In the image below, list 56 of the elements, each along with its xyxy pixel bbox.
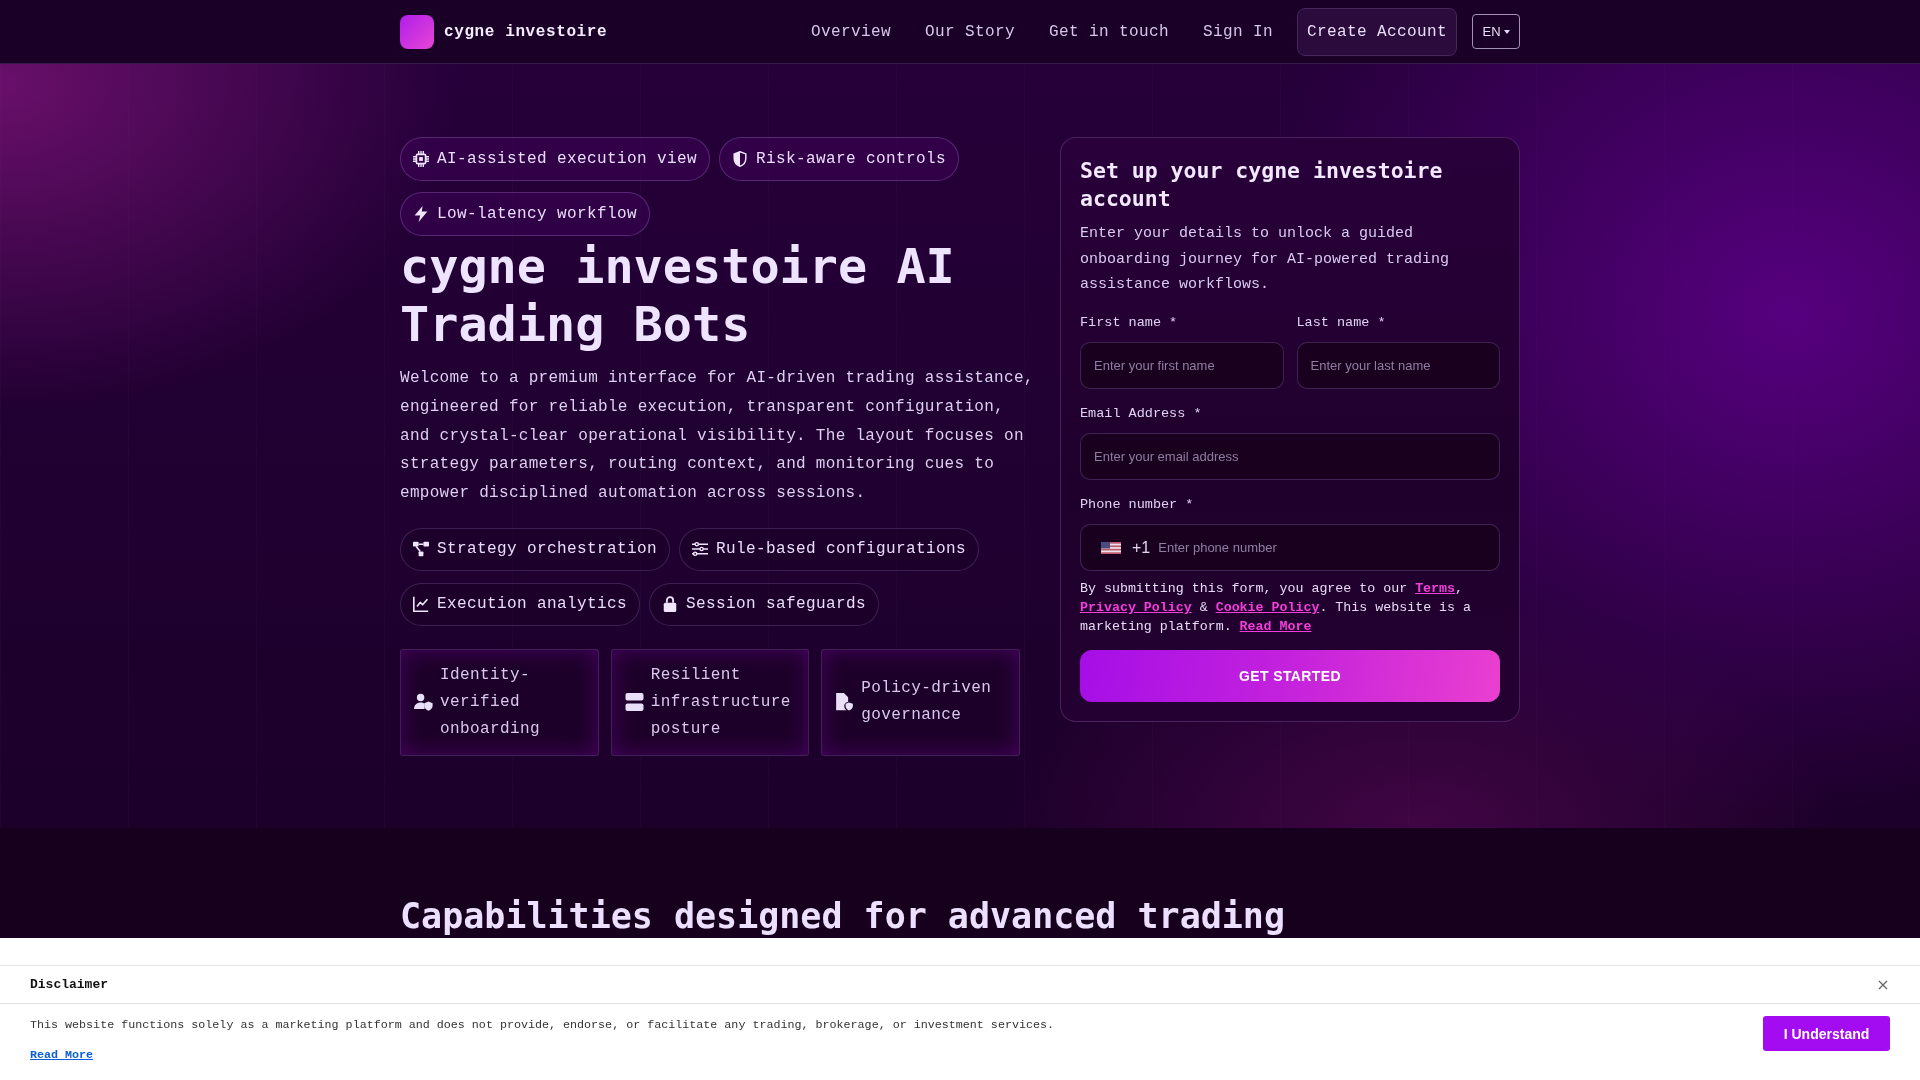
user-shield-icon (414, 693, 433, 712)
read-more-link[interactable]: Read More (30, 1047, 94, 1063)
text-link[interactable]: Privacy Policy (1080, 600, 1192, 616)
brand-name[interactable]: cygne investoire (444, 22, 608, 41)
section-heading: Capabilities designed for advanced trading (400, 896, 1286, 936)
tag-label: Risk-aware controls (756, 150, 947, 168)
text-link[interactable]: Terms (1415, 581, 1456, 597)
form-description: Enter your details to unlock a guided onboarding journey for AI-powered trading assistance workflows. (1080, 224, 1451, 296)
lock-icon (662, 596, 679, 613)
country-code-selector[interactable]: +1 (1095, 525, 1157, 571)
name-field[interactable]: Enter your first name (1080, 342, 1284, 390)
flag-icon (1101, 541, 1121, 554)
field-label: Email Address * (1080, 405, 1203, 424)
email-field[interactable]: Enter your email address (1080, 433, 1500, 481)
phone-number-input[interactable]: Enter phone number (1156, 525, 1499, 571)
phone-field[interactable]: +1 Enter phone number (1080, 524, 1500, 572)
field-label: First name * (1080, 314, 1179, 333)
card-label: Identity-verified onboarding (440, 665, 541, 740)
sliders-icon (692, 541, 709, 558)
nav-link[interactable]: Get in touch (1048, 22, 1169, 41)
form-title: Set up your cygne investoire account (1080, 157, 1444, 213)
text-link[interactable]: Read More (1239, 619, 1312, 635)
nav-link[interactable]: Our Story (924, 22, 1015, 41)
understand-button[interactable]: I Understand (1763, 1016, 1890, 1051)
document-shield-icon (835, 693, 855, 712)
text-link[interactable]: Cookie Policy (1215, 600, 1320, 616)
feature-label: Strategy orchestration (437, 540, 658, 559)
get-started-button[interactable]: GET STARTED (1080, 650, 1500, 703)
create-account-button[interactable]: Create Account (1296, 7, 1457, 56)
consent-text: By submitting this form, you agree to our Terms, Privacy Policy & Cookie Policy. This website is a marketing platform. Read More (1080, 580, 1472, 637)
close-icon[interactable] (1878, 979, 1888, 990)
hero-title: cygne investoire AI Trading Bots (400, 237, 956, 353)
tag-label: Low-latency workflow (437, 205, 638, 223)
field-label: Last name * (1296, 314, 1387, 333)
caret-icon (1503, 29, 1510, 34)
chip-icon (413, 151, 429, 167)
nav-link[interactable]: Overview (810, 22, 891, 41)
card-label: Resilient infrastructure posture (650, 665, 792, 740)
shield-icon (732, 151, 749, 167)
field-label: Phone number * (1080, 496, 1195, 515)
nav-link[interactable]: Sign In (1202, 22, 1273, 41)
disclaimer-title: Disclaimer (30, 977, 108, 992)
server-icon (624, 693, 644, 712)
feature-label: Execution analytics (437, 595, 628, 614)
feature-label: Rule-based configurations (716, 540, 967, 559)
tag-label: AI-assisted execution view (437, 150, 698, 168)
name-field[interactable]: Enter your last name (1296, 342, 1500, 390)
disclaimer-text: This website functions solely as a marketing platform and does not provide, endorse, or facilitate any trading, brokerage, or investment services. (30, 1017, 1054, 1033)
card-label: Policy-driven governance (861, 678, 993, 727)
line-chart-icon (413, 596, 429, 613)
feature-label: Session safeguards (686, 595, 867, 614)
connected-nodes-icon (413, 541, 429, 558)
lightning-bolt-icon (413, 206, 429, 222)
hero-description: Welcome to a premium interface for AI-driven trading assistance, engineered for reliable execution, transparent configuration, and crystal-clear operational visibility. The layout focuses on strategy parameters, routing context, and monitoring cues to empower disciplined automation across sessions. (400, 368, 1035, 505)
language-dropdown[interactable]: EN (1472, 14, 1520, 49)
logo-icon[interactable] (400, 14, 434, 49)
